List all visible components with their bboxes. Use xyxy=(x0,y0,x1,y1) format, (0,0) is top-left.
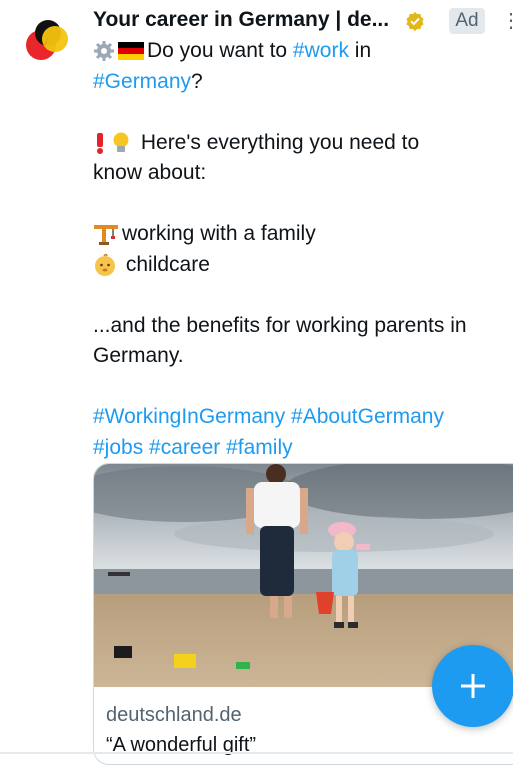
hashtag-link[interactable]: #family xyxy=(226,436,293,459)
ad-badge: Ad xyxy=(449,8,485,34)
post-text-segment: Here's everything you need to xyxy=(140,130,420,154)
more-dots-icon[interactable]: ⋮ xyxy=(501,10,513,32)
post-text-segment: ? xyxy=(191,69,203,93)
post-line-5: working with a family xyxy=(93,219,513,250)
hashtag-link[interactable]: #work xyxy=(293,39,349,62)
post-text-segment: in xyxy=(348,39,372,62)
post-line-3: Here's everything you need to xyxy=(93,128,513,159)
post-body: Do you want to #work in #Germany? Here's… xyxy=(93,36,513,463)
author-name[interactable]: Your career in Germany | de... xyxy=(93,8,389,32)
plus-icon xyxy=(461,674,485,698)
compose-post-button[interactable] xyxy=(432,645,513,727)
gear-icon xyxy=(94,41,114,62)
post-hashtags-line-2: #jobs #career #family xyxy=(93,433,513,464)
post-text-segment: Germany. xyxy=(93,344,184,367)
baby-face-icon xyxy=(95,253,115,276)
post-hashtags-line-1: #WorkingInGermany #AboutGermany xyxy=(93,402,513,433)
post-line-4: know about: xyxy=(93,158,513,189)
hashtag-link[interactable]: #WorkingInGermany xyxy=(93,405,285,428)
hashtag-link[interactable]: #career xyxy=(149,436,220,459)
post-text-segment: childcare xyxy=(125,252,210,276)
post-line-7: ...and the benefits for working parents … xyxy=(93,311,513,342)
card-domain: deutschland.de xyxy=(106,704,242,726)
exclamation-icon xyxy=(97,132,103,154)
hashtag-link[interactable]: #jobs xyxy=(93,436,143,459)
post-text-segment: know about: xyxy=(93,161,207,184)
post-line-2: #Germany? xyxy=(93,67,513,98)
post-text-segment: Do you want to xyxy=(147,39,293,62)
construction-crane-icon xyxy=(94,225,118,246)
lightbulb-icon xyxy=(113,132,129,152)
post-header: Your career in Germany | de... Ad ⋮ xyxy=(93,6,513,36)
post-line-8: Germany. xyxy=(93,341,513,372)
post-text-segment: ...and the benefits for working parents … xyxy=(93,313,467,337)
germany-flag-icon xyxy=(118,42,144,61)
hashtag-link[interactable]: #Germany xyxy=(93,70,191,93)
post-text-segment: working with a family xyxy=(122,222,316,245)
post-line-1: Do you want to #work in xyxy=(93,36,513,67)
post-line-6: childcare xyxy=(93,250,513,281)
hashtag-link[interactable]: #AboutGermany xyxy=(291,405,444,428)
account-avatar[interactable] xyxy=(24,17,72,65)
verified-badge-icon xyxy=(406,12,424,31)
